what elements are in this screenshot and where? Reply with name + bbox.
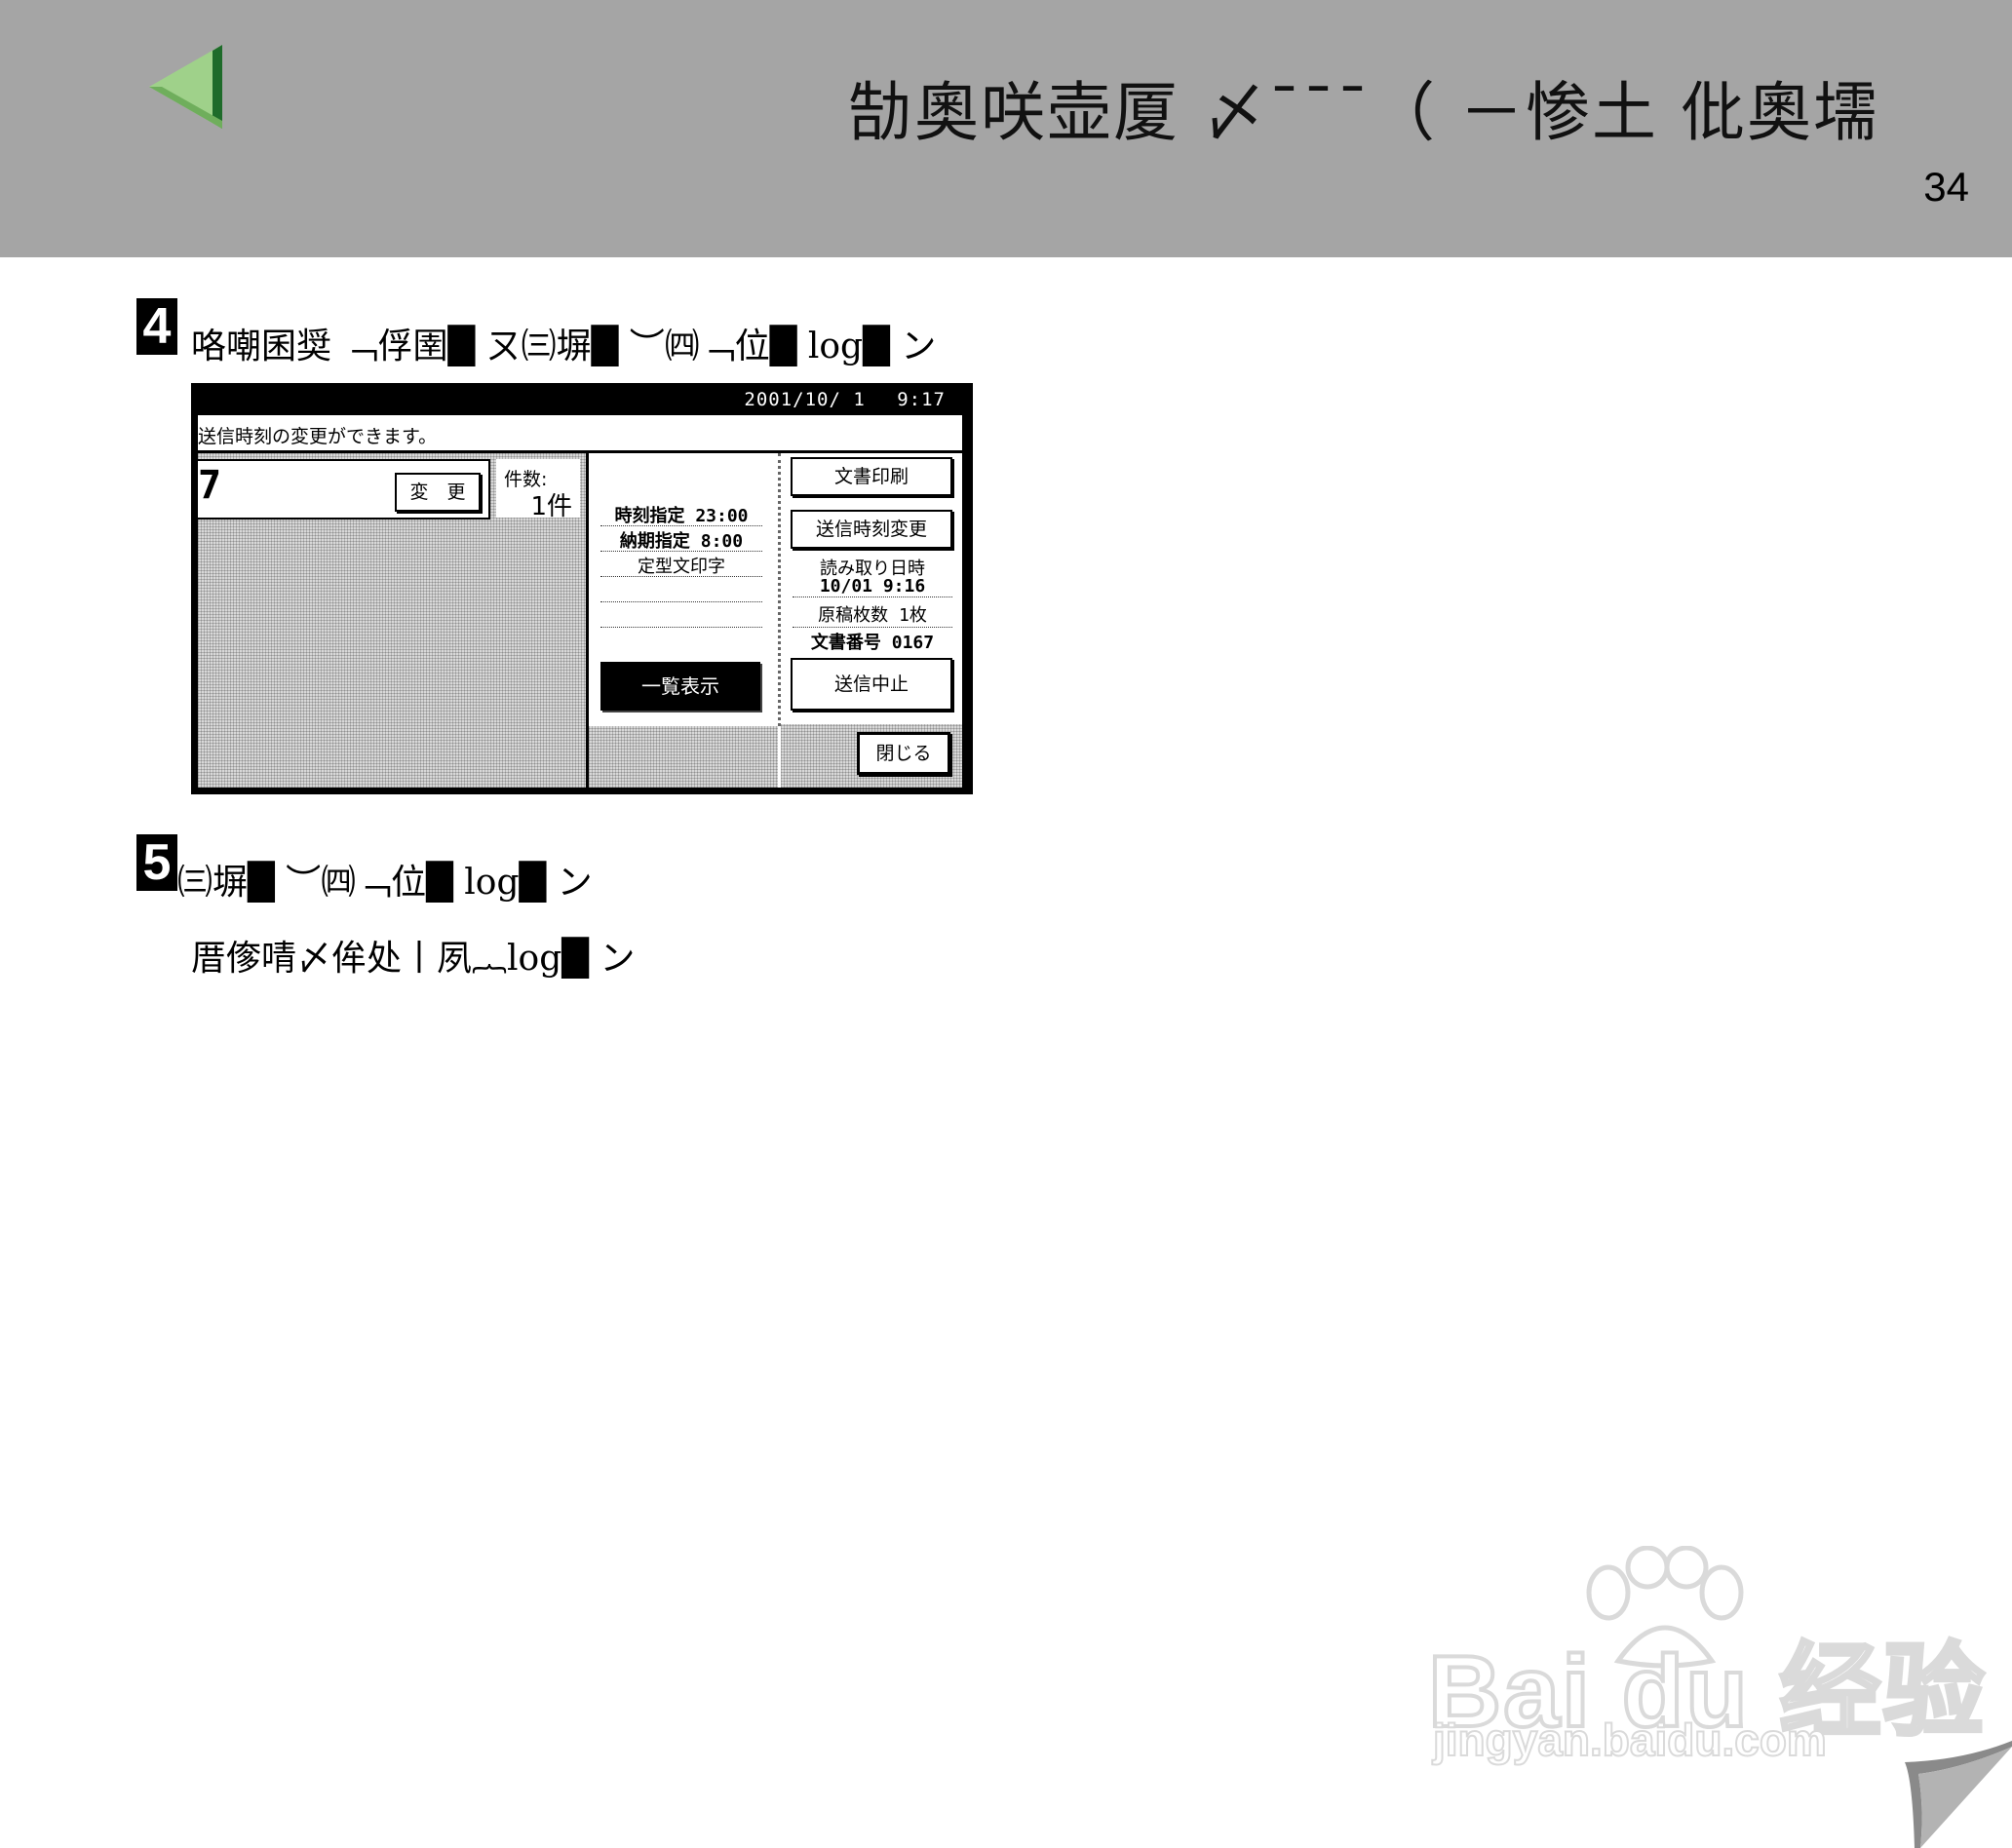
device-message: 送信時刻の変更ができます。: [198, 426, 438, 447]
empty-row: [600, 580, 762, 602]
document-number-row: 文書番号 0167: [810, 633, 935, 653]
device-message-bar: 送信時刻の変更ができます。: [198, 415, 962, 453]
page-curl-icon[interactable]: [1905, 1741, 2012, 1848]
back-arrow-icon[interactable]: [144, 43, 232, 131]
device-middle-pane: 時刻指定 23:00 納期指定 8:00 定型文印字 一覧表示: [589, 453, 781, 726]
page-number: 34: [1923, 164, 1969, 210]
list-view-button[interactable]: 一覧表示: [600, 662, 760, 711]
step-instruction: ㈢塀█ ︶㈣﹁位█ log█ ン: [177, 863, 593, 903]
cancel-send-button[interactable]: 送信中止: [791, 658, 952, 711]
close-button[interactable]: 閉じる: [857, 732, 950, 775]
step-number-badge: 4: [136, 298, 177, 355]
change-button[interactable]: 変 更: [395, 473, 481, 512]
count-box: 件数: 1件: [496, 459, 580, 521]
device-status-bar: 2001/10/ 1 9:17: [191, 383, 973, 410]
page-header: 勂奧咲壶厦 〆¯¯¯（ －惨土 仳奧壖 34: [0, 0, 2012, 257]
schedule-time-row: 時刻指定 23:00: [600, 502, 762, 526]
device-right-pane: 文書印刷 送信時刻変更 読み取り日時 10/01 9:16 原稿枚数 1枚 文書…: [781, 453, 962, 788]
print-document-button[interactable]: 文書印刷: [791, 457, 952, 496]
page-title: 勂奧咲壶厦 〆¯¯¯（ －惨土 仳奧壖: [848, 75, 1879, 150]
stamp-text-row: 定型文印字: [600, 553, 762, 577]
step-note: 厝偧啨〆侔处丨夙︷log█ ン: [191, 939, 636, 979]
device-screenshot: 2001/10/ 1 9:17 送信時刻の変更ができます。 7 変 更 件数: …: [191, 383, 973, 794]
count-value: 1件: [530, 492, 572, 521]
device-left-pane: 7 変 更 件数: 1件: [198, 453, 589, 788]
destination-number-box: 7 変 更: [198, 459, 490, 520]
page-count-row: 原稿枚数 1枚: [793, 601, 952, 628]
device-middle-hatch: [589, 726, 778, 788]
empty-row: [600, 605, 762, 628]
change-send-time-button[interactable]: 送信時刻変更: [791, 510, 952, 549]
step-instruction: 咯嘲囷奨 ﹁俘圉█ ㄡ㈢塀█ ︶㈣﹁位█ log█ ン: [191, 327, 937, 366]
destination-number: 7: [198, 463, 222, 508]
watermark-url: jingyan.baidu.com: [1432, 1713, 1828, 1766]
scan-datetime-value: 10/01 9:16: [793, 576, 952, 597]
deadline-row: 納期指定 8:00: [600, 527, 762, 552]
device-panel: 送信時刻の変更ができます。 7 変 更 件数: 1件 時刻指定 23:00 納期…: [195, 412, 965, 790]
step-number-badge: 5: [136, 834, 177, 891]
baidu-watermark: Bai du 经验 jingyan.baidu.com: [1423, 1540, 1987, 1774]
device-datetime: 2001/10/ 1 9:17: [744, 389, 946, 410]
